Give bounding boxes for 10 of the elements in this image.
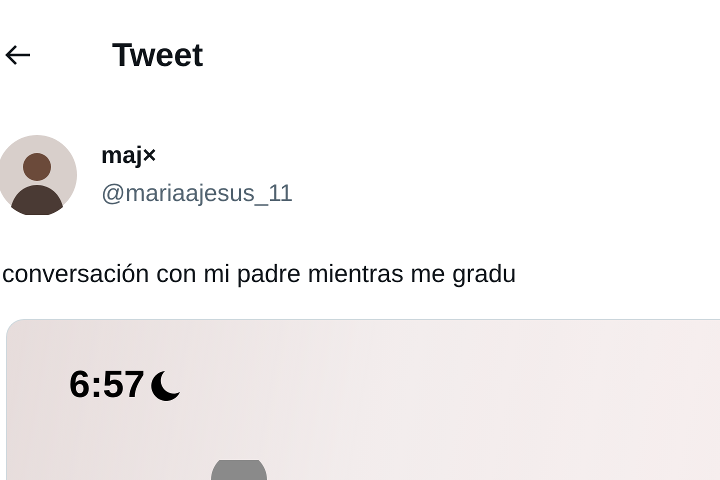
status-time: 6:57 <box>69 364 146 407</box>
contact-avatar <box>211 460 267 480</box>
back-icon[interactable] <box>4 44 32 66</box>
moon-icon <box>151 370 182 402</box>
author-name[interactable]: maj× <box>101 142 294 170</box>
tweet-text: conversación con mi padre mientras me gradu <box>1 260 518 289</box>
page-title: Tweet <box>112 36 204 74</box>
media-screenshot[interactable]: 6:57 <box>6 319 720 480</box>
avatar[interactable] <box>0 135 77 215</box>
author-handle[interactable]: @mariaajesus_11 <box>101 180 294 208</box>
